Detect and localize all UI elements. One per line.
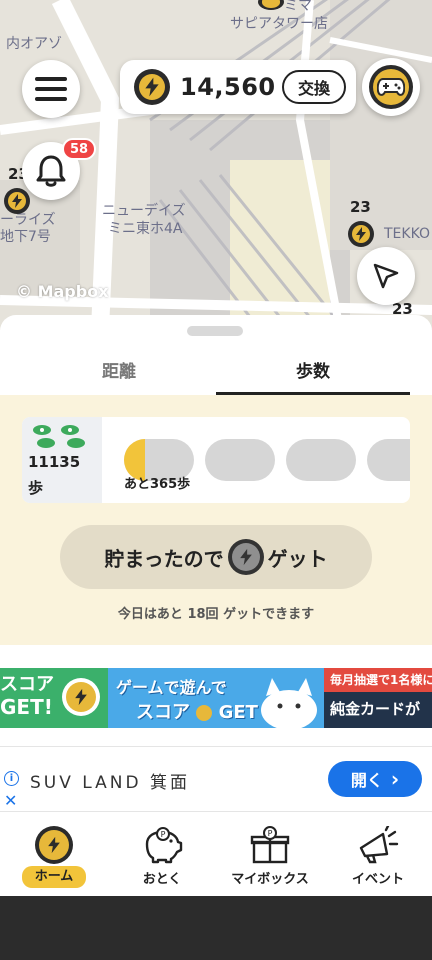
locate-me-button[interactable] [357,247,415,305]
footprints-icon [33,425,85,448]
map-label: 地下7号 [0,229,51,245]
collect-button[interactable]: 貯まったので ゲット [60,525,372,589]
bottom-sheet: 距離 歩数 11135 歩 あと365歩 貯まったので ゲット 今日はあと 18… [0,315,432,645]
reward-slot [367,439,410,481]
nav-label: イベント [351,872,404,887]
ad-banner[interactable]: i ✕ SUV LAND 箕面 開く › [0,746,432,812]
system-bar [0,896,432,960]
steps-panel: 11135 歩 あと365歩 貯まったので ゲット 今日はあと 18回 ゲットで… [0,395,432,645]
tab-bar: 距離 歩数 [22,355,410,395]
promo-left: スコア GET! [0,668,108,728]
promo-middle: ゲームで遊んで スコア GET [108,668,324,728]
promo-text: スコア [136,702,190,723]
steps-remaining-label: あと365歩 [124,477,191,492]
steps-card: 11135 歩 あと365歩 [22,417,410,503]
menu-button[interactable] [22,60,80,118]
bolt-coin-icon [62,678,100,716]
hamburger-icon [35,77,67,101]
steps-summary: 11135 歩 [22,417,102,503]
collect-button-label: ゲット [267,546,328,571]
game-button[interactable] [362,58,420,116]
nav-deals[interactable]: P おとく [108,820,216,896]
navigation-arrow-icon [373,263,399,289]
bolt-coin-icon [35,826,73,864]
svg-text:P: P [161,830,166,839]
steps-count: 11135 [28,453,81,471]
notification-count-badge: 58 [62,138,97,160]
promo-text: 純金カードが [330,700,421,718]
piggy-bank-icon: P [145,827,183,864]
ad-info-icon[interactable]: i [4,771,19,786]
cat-mascot-icon [261,678,317,728]
map-label: 内オアゾ [6,36,62,52]
nav-home[interactable]: ホーム [0,820,108,896]
nav-label: ホーム [22,866,86,888]
map-label: ミニ東ホ4A [108,221,183,237]
bell-icon [36,155,66,187]
megaphone-icon [359,826,399,864]
nav-label: おとく [142,872,182,887]
promo-banner[interactable]: スコア GET! ゲームで遊んで スコア GET 毎月抽選で1名様に 純金カード… [0,668,432,728]
map-coin-marker[interactable] [348,221,374,247]
ad-title: SUV LAND 箕面 [30,773,190,793]
points-display: 14,560 交換 [120,60,356,114]
map-coin-marker[interactable] [4,188,30,214]
ad-open-label: 開く [350,771,383,790]
map-label: ーライズ [0,212,56,228]
bolt-coin-icon [196,705,213,721]
tab-steps[interactable]: 歩数 [216,355,410,395]
points-value: 14,560 [180,73,276,101]
promo-text: GET [218,702,258,723]
nav-mybox[interactable]: P マイボックス [216,820,324,896]
mapbox-credit[interactable]: © Mapbox [16,282,109,301]
map-pin-count: 23 [350,198,371,216]
map-label: ニューデイズ [102,203,186,219]
reward-slot [286,439,356,481]
bolt-coin-icon [227,539,264,575]
map-label: TEKKO [384,226,431,242]
promo-text: 毎月抽選で1名様に [324,668,432,692]
promo-text: ゲームで遊んで [116,678,227,697]
drag-handle[interactable] [187,326,243,336]
map-label: サピアタワー店 [230,16,328,32]
bottom-nav: ホーム P おとく P マイボックス イベント [0,820,432,896]
svg-text:P: P [268,829,273,838]
collect-button-label: 貯まったので [104,546,224,571]
gift-box-icon: P [250,826,290,864]
promo-right: 毎月抽選で1名様に 純金カードが [324,668,432,728]
game-controller-icon [377,78,405,96]
nav-label: マイボックス [231,872,309,887]
chevron-right-icon: › [390,767,400,791]
bolt-coin-icon [134,69,170,105]
map-view[interactable]: 内オアゾ サピアタワー店 ミマ ニューデイズ ミニ東ホ4A ーライズ 地下7号 … [0,0,432,330]
map-label: ミマ [284,0,312,14]
nav-events[interactable]: イベント [324,820,432,896]
reward-slot [205,439,275,481]
remaining-today-text: 今日はあと 18回 ゲットできます [117,607,315,622]
steps-unit: 歩 [28,479,44,497]
ad-close-icon[interactable]: ✕ [4,791,17,810]
tab-distance[interactable]: 距離 [22,355,216,395]
promo-text-row: スコア GET [136,698,258,724]
exchange-button[interactable]: 交換 [281,70,346,104]
ad-open-button[interactable]: 開く › [328,761,422,797]
